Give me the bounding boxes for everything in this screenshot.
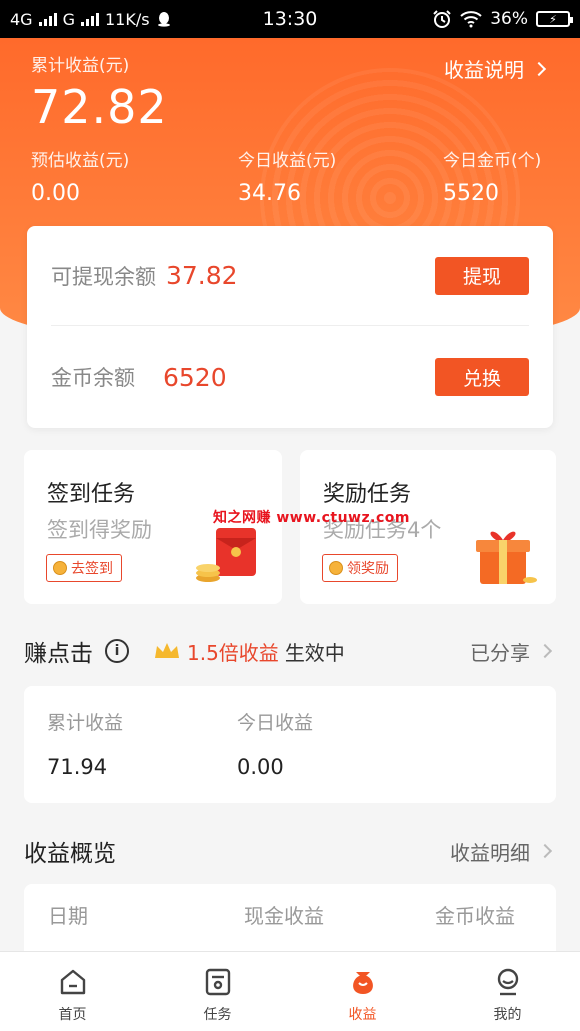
- claim-reward-button-label: 领奖励: [347, 561, 389, 577]
- crown-icon: [155, 643, 179, 658]
- tab-earnings-label: 收益: [348, 1007, 377, 1023]
- overview-header: 收益概览 收益明细: [24, 834, 553, 868]
- bottom-tab-bar: 首页 任务 收益 我的: [0, 951, 580, 1031]
- bonus-status: 1.5倍收益 生效中: [153, 637, 345, 666]
- chevron-right-icon: [537, 643, 553, 659]
- home-icon: [60, 969, 85, 995]
- tab-home-label: 首页: [58, 1007, 87, 1023]
- estimated-earnings-value: 0.00: [31, 181, 80, 206]
- today-coins-label: 今日金币(个): [443, 151, 542, 171]
- today-earnings-value: 34.76: [238, 181, 301, 206]
- today-coins: 今日金币(个) 5520: [443, 146, 541, 206]
- coin-icon: [53, 561, 67, 575]
- red-envelope-icon: [196, 528, 256, 582]
- reward-task-title: 奖励任务: [323, 482, 412, 507]
- today-earnings: 今日收益(元) 34.76: [238, 146, 336, 206]
- tab-earnings[interactable]: 收益: [290, 952, 435, 1031]
- overview-title: 收益概览: [24, 841, 116, 867]
- estimated-earnings-label: 预估收益(元): [31, 151, 130, 171]
- coin-icon: [329, 561, 343, 575]
- battery-percent: 36%: [490, 9, 528, 29]
- earnings-explanation-link[interactable]: 收益说明: [444, 54, 547, 83]
- click-cumulative: 累计收益 71.94: [47, 708, 123, 779]
- battery-icon: ⚡: [536, 11, 573, 27]
- wifi-icon: [460, 11, 482, 28]
- watermark: 知之网赚 www.ctuwz.com: [213, 510, 410, 526]
- cash-balance-value: 37.82: [166, 261, 238, 290]
- tab-tasks-label: 任务: [203, 1007, 232, 1023]
- shared-label: 已分享: [470, 640, 530, 665]
- checkin-button[interactable]: 去签到: [46, 554, 122, 582]
- exchange-button[interactable]: 兑换: [435, 358, 529, 396]
- click-earnings-card: 累计收益 71.94 今日收益 0.00: [24, 686, 556, 803]
- claim-reward-button[interactable]: 领奖励: [322, 554, 398, 582]
- total-earnings-label: 累计收益(元): [31, 56, 130, 76]
- bonus-multiplier: 1.5倍收益: [187, 640, 279, 665]
- coin-balance-value: 6520: [163, 362, 227, 392]
- tab-profile-label: 我的: [493, 1007, 522, 1023]
- tab-profile[interactable]: 我的: [435, 952, 580, 1031]
- qq-icon: [157, 12, 170, 27]
- withdraw-button[interactable]: 提现: [435, 256, 529, 295]
- checkin-task-card[interactable]: 签到任务 签到得奖励 去签到: [24, 450, 282, 604]
- click-earnings-title: 赚点击: [24, 641, 93, 667]
- network-label-2: G: [62, 9, 75, 29]
- earnings-detail-label: 收益明细: [450, 840, 530, 865]
- click-today: 今日收益 0.00: [237, 708, 313, 779]
- chevron-right-icon: [537, 843, 553, 859]
- network-label: 4G: [10, 9, 33, 29]
- network-speed: 11K/s: [104, 9, 150, 29]
- checkin-task-title: 签到任务: [47, 482, 136, 507]
- click-cumulative-value: 71.94: [47, 755, 108, 779]
- column-coin-earnings: 金币收益: [435, 904, 515, 928]
- column-date: 日期: [48, 904, 88, 928]
- reward-task-card[interactable]: 奖励任务 奖励任务4个 领奖励: [300, 450, 556, 604]
- click-today-label: 今日收益: [237, 712, 314, 734]
- tab-tasks[interactable]: 任务: [145, 952, 290, 1031]
- estimated-earnings: 预估收益(元) 0.00: [31, 146, 129, 206]
- earnings-explanation-label: 收益说明: [444, 58, 524, 82]
- click-cumulative-label: 累计收益: [47, 712, 124, 734]
- alarm-icon: [433, 10, 451, 28]
- chevron-right-icon: [531, 61, 547, 76]
- bonus-status-text: 生效中: [284, 640, 345, 665]
- today-coins-value: 5520: [443, 181, 499, 206]
- profile-icon: [497, 968, 518, 996]
- total-earnings-value: 72.82: [31, 80, 168, 134]
- checkin-button-label: 去签到: [71, 561, 113, 577]
- click-earnings-header: 赚点击 i 1.5倍收益 生效中 已分享: [24, 634, 553, 668]
- today-earnings-label: 今日收益(元): [238, 151, 337, 171]
- earnings-detail-link[interactable]: 收益明细: [450, 837, 553, 866]
- coin-balance-row: 金币余额 6520 兑换: [51, 327, 529, 427]
- gift-box-icon: [476, 531, 537, 584]
- balance-card: 可提现余额 37.82 提现 金币余额 6520 兑换: [27, 226, 553, 428]
- signal-icon-2: [80, 12, 99, 26]
- shared-link[interactable]: 已分享: [470, 637, 553, 666]
- info-icon[interactable]: i: [105, 639, 129, 663]
- task-icon: [205, 968, 230, 996]
- cash-balance-row: 可提现余额 37.82 提现: [51, 226, 529, 326]
- click-today-value: 0.00: [237, 755, 284, 779]
- coin-balance-label: 金币余额: [51, 366, 135, 390]
- signal-icon: [38, 12, 57, 26]
- cash-balance-label: 可提现余额: [51, 264, 156, 289]
- checkin-task-subtitle: 签到得奖励: [47, 518, 152, 542]
- status-bar: 4G G 11K/s 13:30 36% ⚡: [0, 0, 580, 38]
- tab-home[interactable]: 首页: [0, 952, 145, 1031]
- money-bag-icon: [352, 972, 373, 994]
- column-cash-earnings: 现金收益: [244, 904, 324, 928]
